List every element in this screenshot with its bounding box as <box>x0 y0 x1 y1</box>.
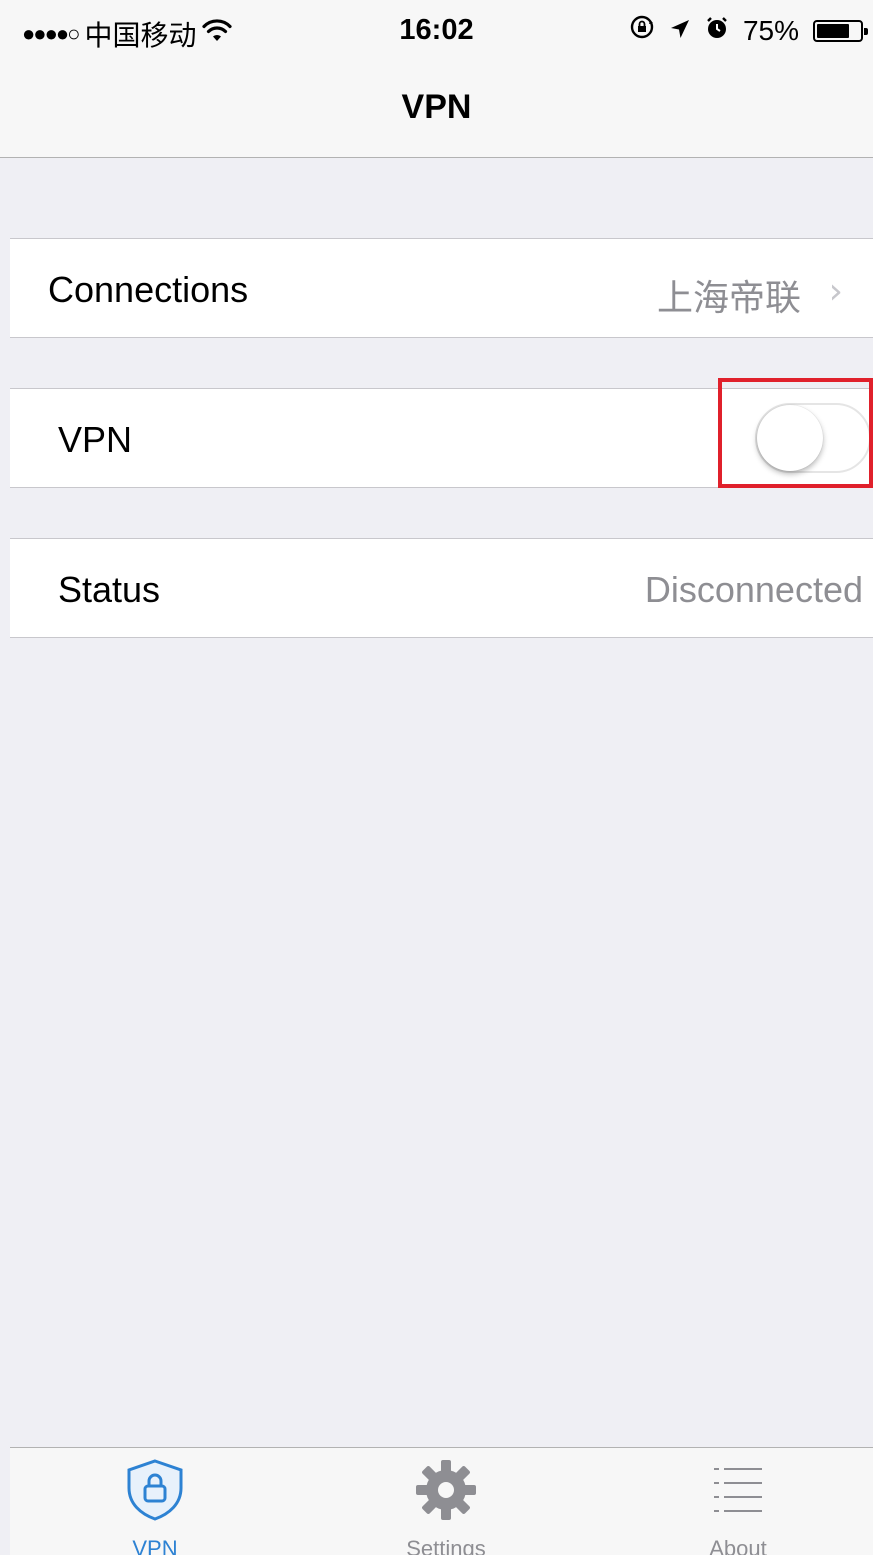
tab-settings[interactable]: Settings <box>346 1458 546 1555</box>
tab-about-label: About <box>709 1536 767 1555</box>
tab-about[interactable]: About <box>638 1458 838 1555</box>
gear-icon <box>346 1458 546 1522</box>
connections-row[interactable]: Connections 上海帝联 › <box>10 238 873 338</box>
tab-settings-label: Settings <box>406 1536 486 1555</box>
status-label: Status <box>58 569 161 610</box>
status-value: Disconnected <box>644 569 863 610</box>
status-row: Status Disconnected <box>10 538 873 638</box>
vpn-label: VPN <box>58 419 133 460</box>
highlight-annotation-box <box>718 378 873 488</box>
connections-value: 上海帝联 <box>656 277 801 318</box>
chevron-right-icon: › <box>828 271 843 312</box>
status-icons: 75% <box>629 14 868 47</box>
battery-fill <box>817 23 849 38</box>
navigation-bar: VPN <box>0 64 873 158</box>
rotation-lock-icon <box>629 14 655 47</box>
page-title: VPN <box>401 88 472 126</box>
connections-label: Connections <box>48 269 249 310</box>
tab-vpn[interactable]: VPN <box>55 1458 255 1555</box>
battery-percentage: 75% <box>742 14 799 46</box>
shield-lock-icon <box>55 1458 255 1522</box>
status-bar: ●●●●○ 中国移动 16:02 75% <box>0 0 873 64</box>
tab-bar: VPN Settings About <box>10 1447 873 1555</box>
alarm-icon <box>705 15 729 47</box>
battery-icon <box>813 19 868 42</box>
list-icon <box>638 1458 838 1522</box>
tab-vpn-label: VPN <box>132 1536 178 1555</box>
location-arrow-icon <box>669 15 691 47</box>
